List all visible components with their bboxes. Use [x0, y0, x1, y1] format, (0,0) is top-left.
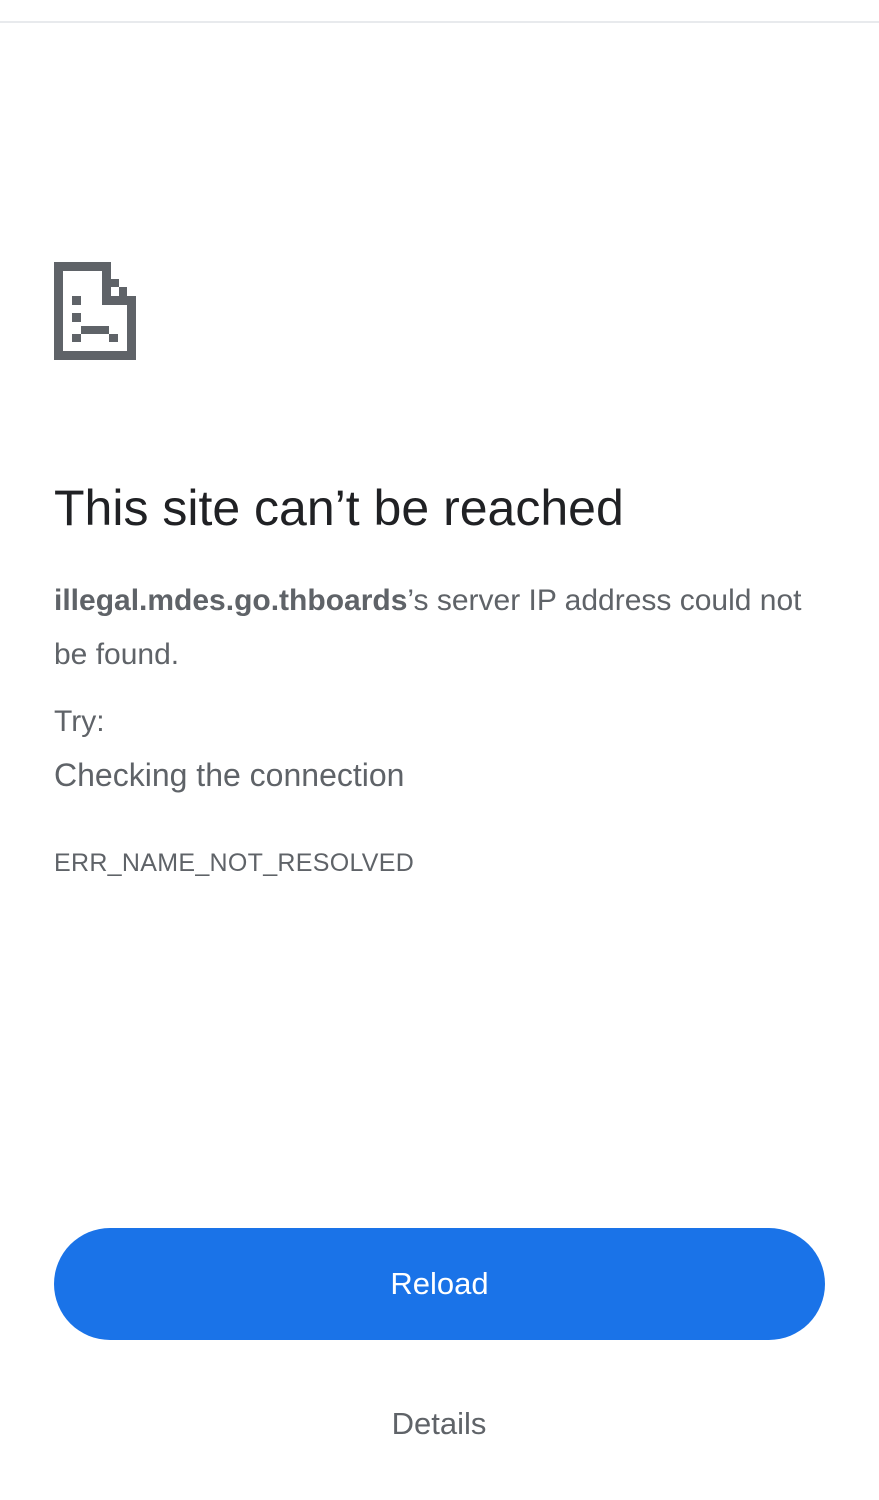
reload-button[interactable]: Reload: [54, 1228, 825, 1340]
try-label: Try:: [54, 705, 105, 738]
error-summary: illegal.mdes.go.thboards’s server IP add…: [54, 574, 824, 682]
suggestion-item: Checking the connection: [54, 757, 405, 793]
host-name: illegal.mdes.go.thboards: [54, 584, 408, 617]
top-divider: [0, 21, 879, 23]
error-code: ERR_NAME_NOT_RESOLVED: [54, 849, 415, 877]
page-title: This site can’t be reached: [54, 480, 624, 536]
details-button[interactable]: Details: [339, 1396, 539, 1452]
sad-page-icon: [54, 262, 136, 360]
